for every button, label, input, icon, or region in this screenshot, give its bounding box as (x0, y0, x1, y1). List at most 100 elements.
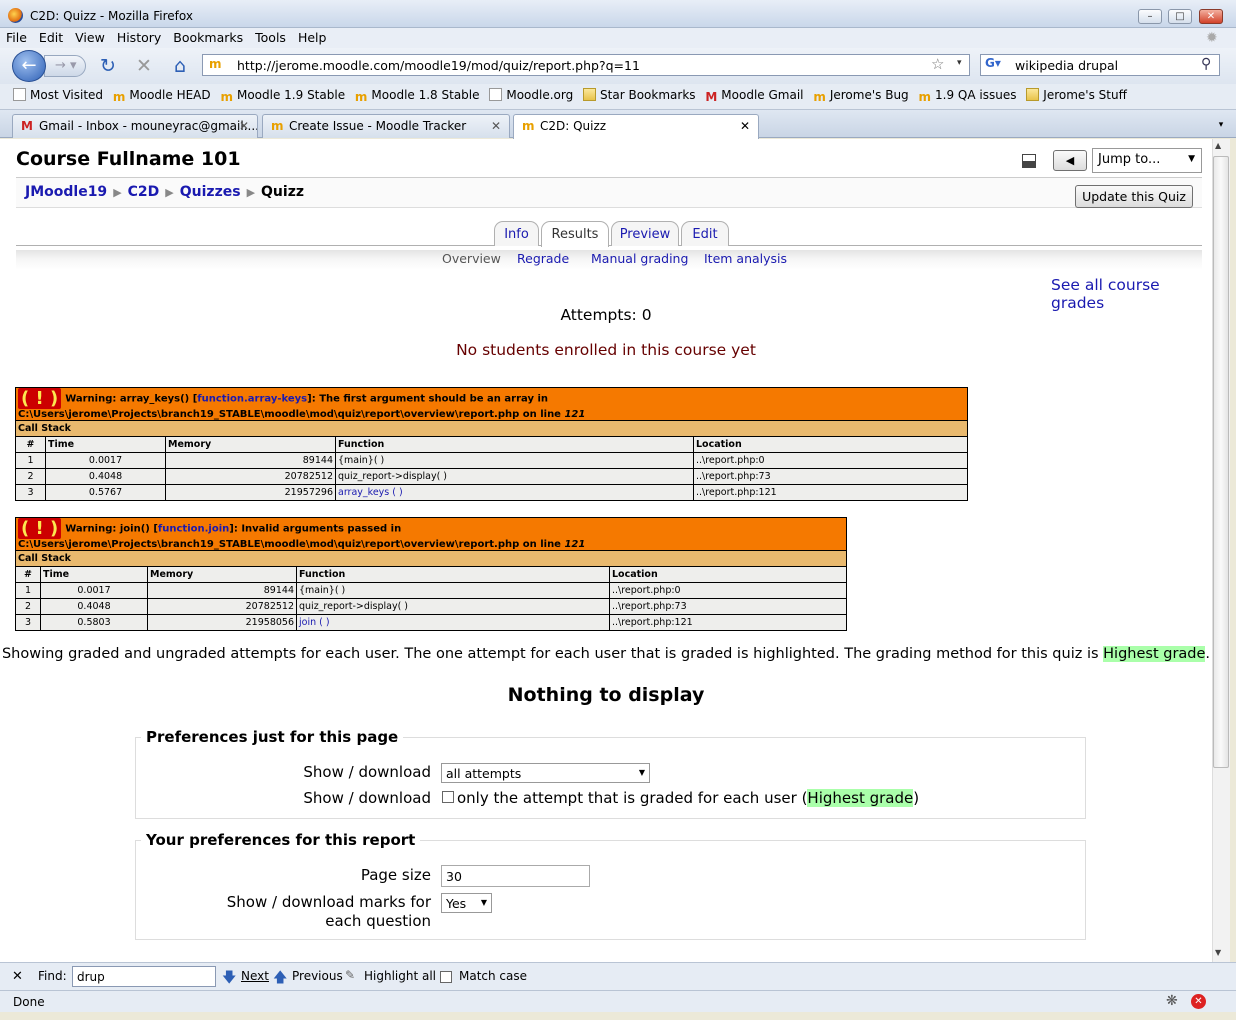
firefox-icon (8, 8, 23, 23)
bookmark-star-icon[interactable]: ☆ (931, 55, 944, 73)
show-download-label: Show / download (303, 789, 431, 807)
bookmark-moodle-18-stable[interactable]: m Moodle 1.8 Stable (352, 88, 483, 104)
folder-icon (583, 88, 597, 101)
page-preferences-legend: Preferences just for this page (141, 728, 404, 746)
maximize-button[interactable]: □ (1168, 9, 1192, 24)
jump-to-select[interactable]: Jump to... ▼ (1092, 148, 1202, 173)
tab-results[interactable]: Results (541, 221, 609, 247)
minimize-button[interactable]: – (1138, 9, 1162, 24)
close-window-button[interactable]: ✕ (1199, 9, 1223, 24)
php-function-link[interactable]: join ( ) (299, 617, 330, 628)
subtab-manual-grading[interactable]: Manual grading (591, 251, 688, 266)
match-case-checkbox[interactable] (440, 971, 452, 983)
chevron-down-icon: ▼ (638, 768, 645, 777)
find-previous-button[interactable]: Previous (292, 969, 343, 983)
tab-preview[interactable]: Preview (611, 221, 679, 246)
close-tab-icon[interactable]: ✕ (491, 119, 501, 133)
moodle-icon: m (918, 90, 932, 104)
php-function-link[interactable]: function.array-keys (197, 394, 307, 405)
find-bar: ✕ Find: 🡇 Next 🡅 Previous ✎ Highlight al… (0, 962, 1236, 990)
tab-gmail[interactable]: M Gmail - Inbox - mouneyrac@gmail.... ✕ (12, 114, 258, 138)
table-row: 2 0.4048 20782512 quiz_report->display( )..… (15, 598, 847, 615)
menu-bookmarks[interactable]: Bookmarks (167, 28, 249, 45)
php-function-link[interactable]: array_keys ( ) (338, 487, 403, 498)
tab-c2d-quizz[interactable]: m C2D: Quizz ✕ (513, 114, 759, 139)
page-size-input[interactable] (441, 865, 590, 887)
gmail-icon: M (705, 90, 718, 104)
arrow-up-icon[interactable]: 🡅 (273, 967, 287, 991)
menu-history[interactable]: History (111, 28, 167, 45)
page-size-label: Page size (360, 866, 431, 884)
bookmark-moodle-gmail[interactable]: M Moodle Gmail (702, 88, 806, 104)
stop-icon[interactable]: ✕ (132, 54, 156, 78)
menu-edit[interactable]: Edit (33, 28, 69, 45)
arrow-down-icon[interactable]: 🡇 (222, 967, 236, 991)
subtab-item-analysis[interactable]: Item analysis (704, 251, 787, 266)
google-icon[interactable]: G▾ (985, 56, 1001, 70)
bookmark-19-qa-issues[interactable]: m 1.9 QA issues (916, 88, 1020, 104)
scroll-up-icon[interactable]: ▲ (1215, 141, 1221, 150)
search-bar[interactable]: G▾ ⚲ (980, 54, 1220, 76)
search-input[interactable] (1015, 58, 1195, 73)
reload-icon[interactable]: ↻ (96, 54, 120, 78)
url-bar[interactable]: m ☆ ▾ (202, 54, 970, 76)
home-icon[interactable]: ⌂ (168, 54, 192, 78)
attempts-select[interactable]: all attempts ▼ (441, 763, 650, 783)
highlight-all-button[interactable]: Highlight all (364, 969, 436, 983)
save-icon[interactable] (1022, 154, 1036, 168)
bookmark-moodle-19-stable[interactable]: m Moodle 1.9 Stable (217, 88, 348, 104)
menu-help[interactable]: Help (292, 28, 333, 45)
php-function-link[interactable]: function.join (158, 524, 229, 535)
page-icon (13, 88, 26, 101)
tab-list-dropdown-icon[interactable]: ▾ (1212, 116, 1230, 134)
tab-edit[interactable]: Edit (681, 221, 729, 246)
scrollbar-thumb[interactable] (1213, 156, 1229, 768)
grading-method-highlight: Highest grade (1103, 646, 1206, 662)
bookmark-jeromes-bug[interactable]: m Jerome's Bug (810, 88, 911, 104)
bookmark-star-bookmarks[interactable]: Star Bookmarks (580, 88, 698, 102)
back-button[interactable]: ← (12, 50, 46, 82)
firebug-icon[interactable]: ❋ (1166, 993, 1178, 1009)
subtab-regrade[interactable]: Regrade (517, 251, 569, 266)
moodle-icon: m (522, 119, 535, 133)
close-tab-icon[interactable]: ✕ (740, 119, 750, 133)
error-status-icon[interactable]: ✕ (1191, 994, 1206, 1009)
only-graded-checkbox[interactable] (442, 791, 454, 803)
menu-file[interactable]: File (0, 28, 33, 45)
find-input[interactable] (72, 966, 216, 987)
tab-underline (16, 245, 1202, 246)
close-tab-icon[interactable]: ✕ (239, 119, 249, 133)
search-magnifier-icon[interactable]: ⚲ (1201, 56, 1211, 72)
scroll-down-icon[interactable]: ▼ (1215, 948, 1221, 957)
breadcrumb-jmoodle19[interactable]: JMoodle19 (25, 184, 107, 200)
highlighter-icon[interactable]: ✎ (345, 968, 355, 982)
gmail-icon: M (21, 119, 33, 133)
close-find-icon[interactable]: ✕ (12, 969, 23, 984)
breadcrumb-c2d[interactable]: C2D (128, 184, 160, 200)
bookmarks-toolbar: Most Visited m Moodle HEAD m Moodle 1.9 St… (0, 84, 1236, 110)
bookmark-most-visited[interactable]: Most Visited (10, 88, 106, 102)
forward-button[interactable]: → ▾ (44, 55, 86, 77)
tab-info[interactable]: Info (494, 221, 539, 246)
marks-select[interactable]: Yes ▼ (441, 893, 492, 913)
bookmark-moodle-head[interactable]: m Moodle HEAD (110, 88, 214, 104)
status-bar: Done ❋ ✕ (0, 990, 1236, 1012)
menu-bar: File Edit View History Bookmarks Tools Help (0, 28, 1236, 48)
only-graded-label: only the attempt that is graded for each… (457, 789, 920, 807)
breadcrumb-quizzes[interactable]: Quizzes (180, 184, 241, 200)
show-download-label: Show / download (303, 763, 431, 781)
subtab-overview: Overview (442, 251, 501, 266)
bookmark-moodle-org[interactable]: Moodle.org (486, 88, 576, 102)
url-input[interactable] (237, 58, 927, 73)
jump-prev-button[interactable]: ◀ (1053, 150, 1087, 171)
menu-tools[interactable]: Tools (249, 28, 292, 45)
url-dropdown-icon[interactable]: ▾ (957, 58, 962, 68)
bookmark-jeromes-stuff[interactable]: Jerome's Stuff (1023, 88, 1130, 102)
find-label: Find: (38, 969, 67, 983)
find-next-button[interactable]: Next (241, 969, 269, 983)
update-quiz-button[interactable]: Update this Quiz (1075, 185, 1193, 208)
report-preferences-legend: Your preferences for this report (141, 831, 421, 849)
tab-create-issue[interactable]: m Create Issue - Moodle Tracker ✕ (262, 114, 510, 138)
throbber-icon: ✹ (1206, 30, 1218, 46)
menu-view[interactable]: View (69, 28, 111, 45)
